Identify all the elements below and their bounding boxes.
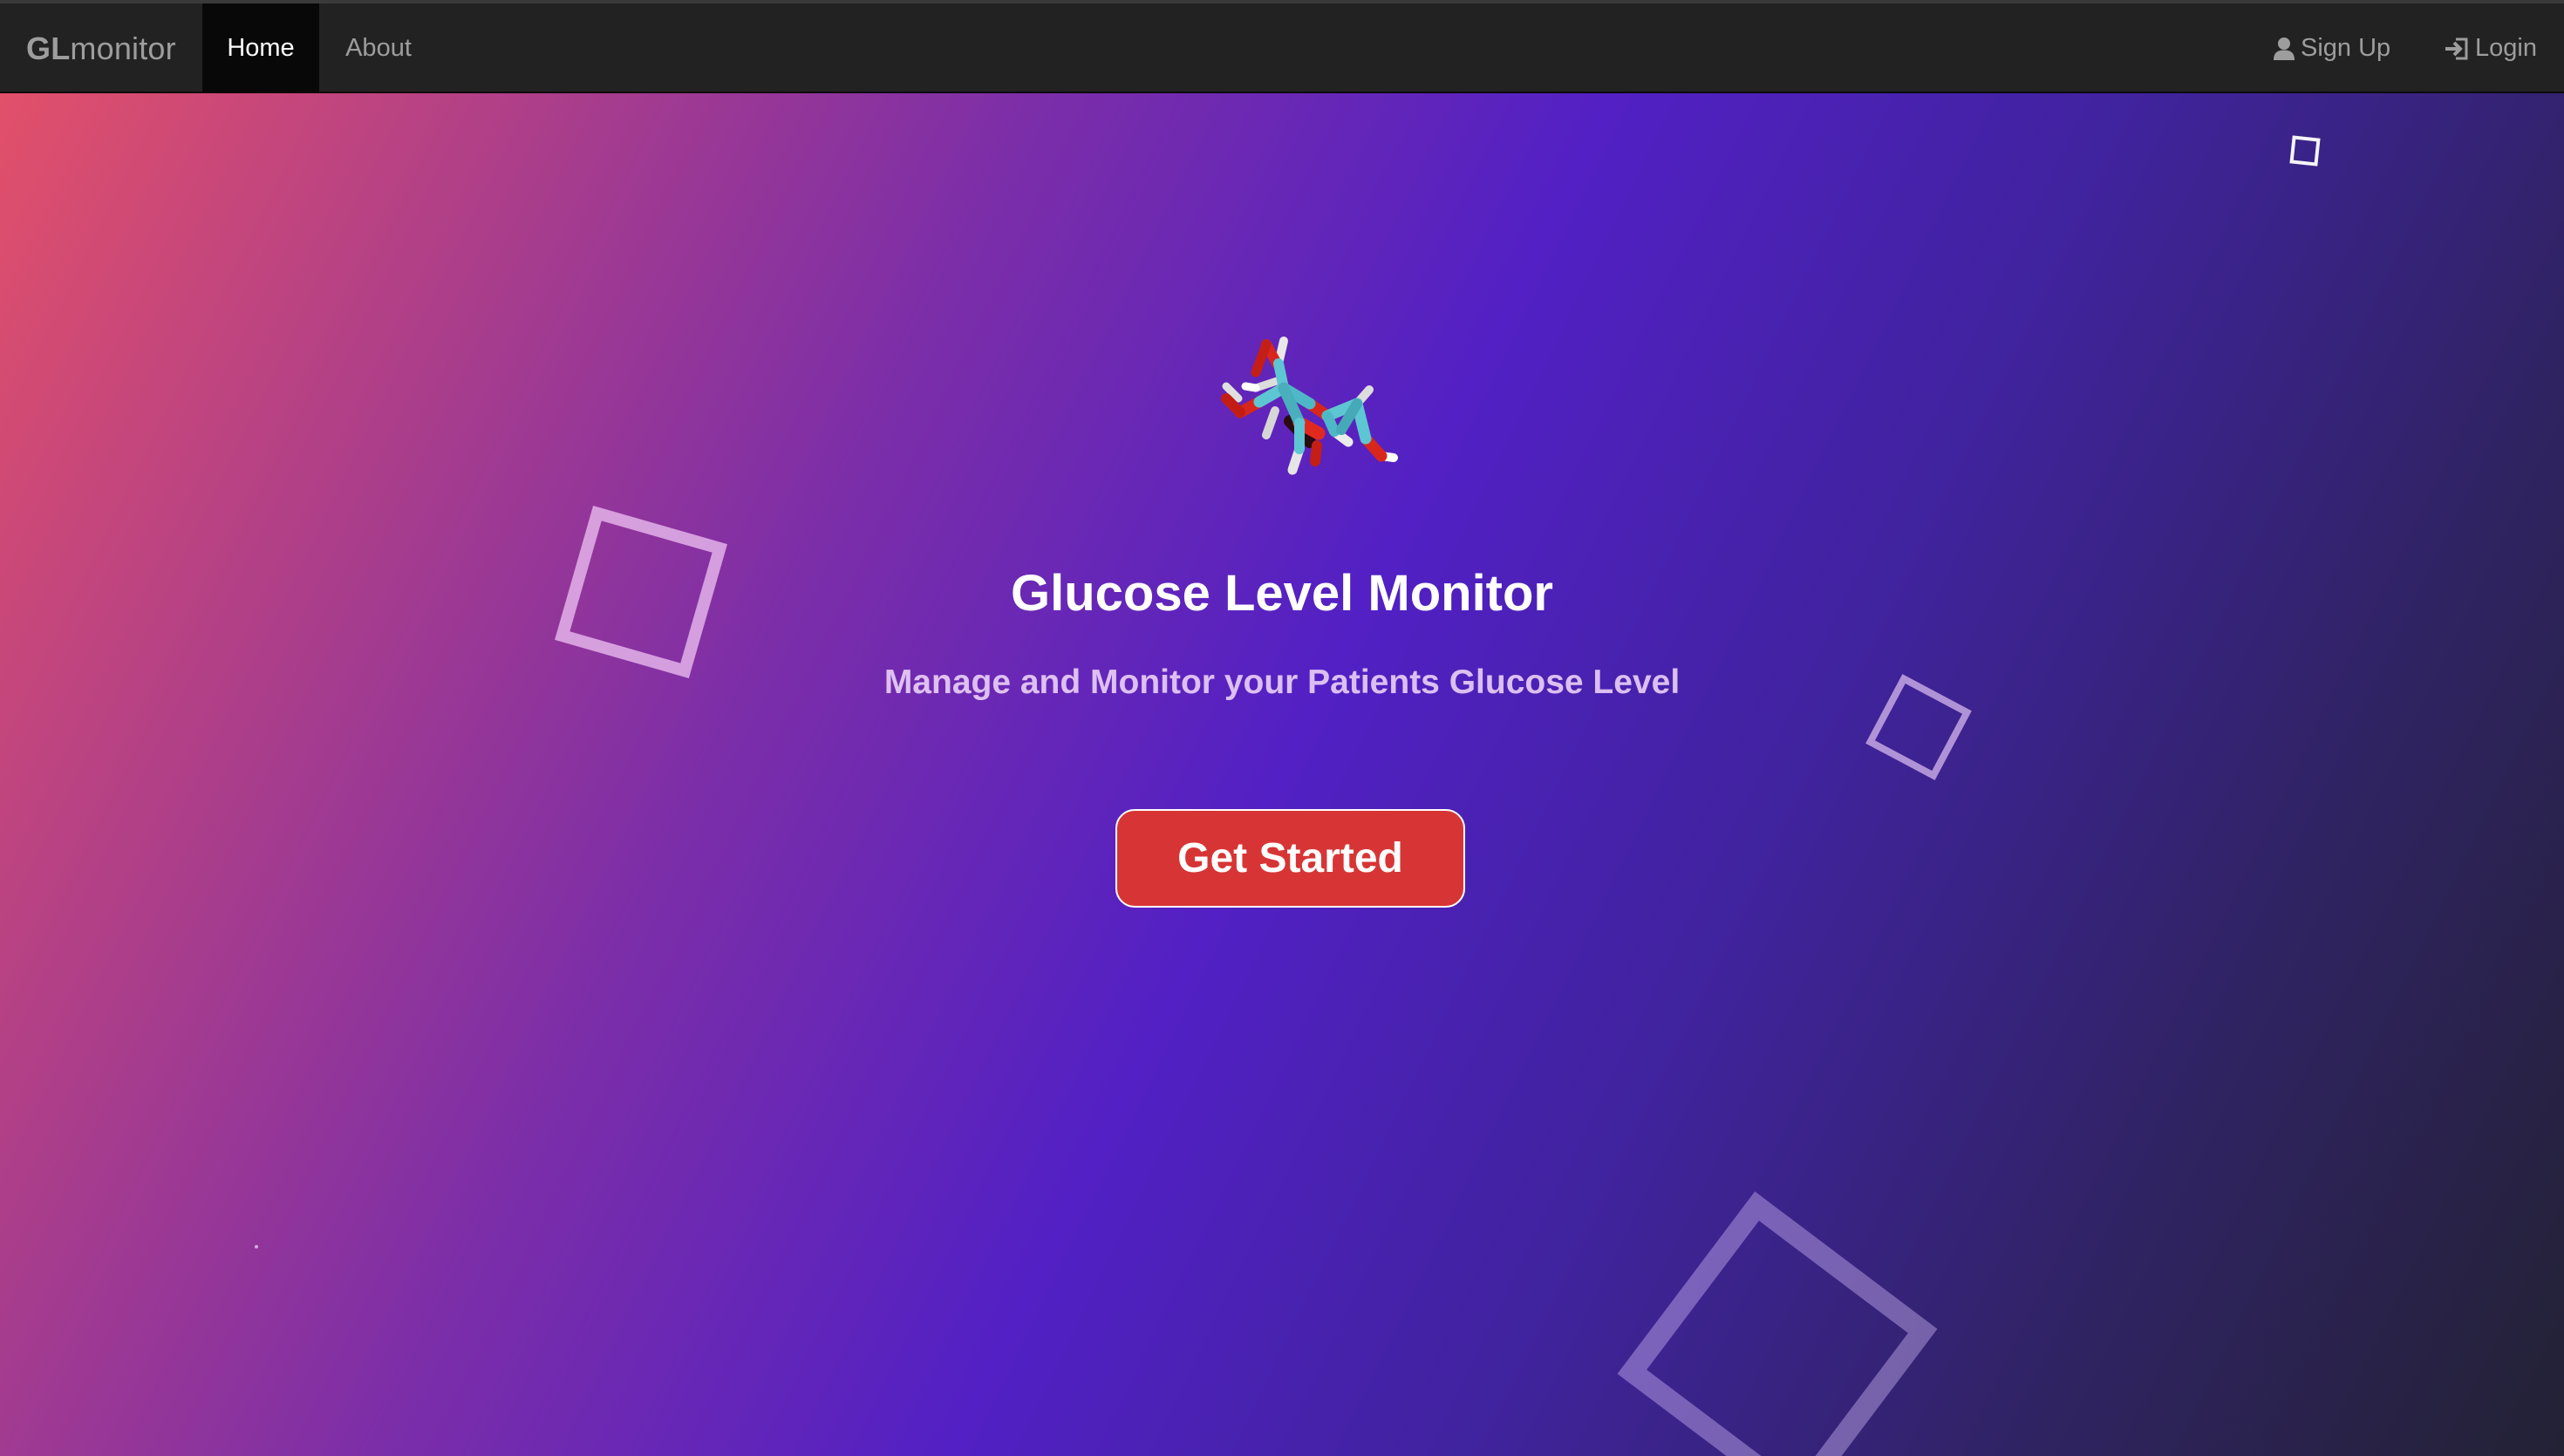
get-started-button[interactable]: Get Started (1115, 809, 1465, 908)
user-icon (2273, 37, 2295, 61)
page-subtitle: Manage and Monitor your Patients Glucose… (883, 663, 1681, 701)
brand-logo[interactable]: GLmonitor (26, 3, 176, 93)
decorative-square (1617, 1191, 1938, 1456)
signup-label: Sign Up (2301, 34, 2391, 62)
login-label: Login (2475, 34, 2537, 62)
login-icon (2444, 37, 2470, 61)
glucose-molecule-image (1129, 233, 1460, 564)
login-link[interactable]: Login (2444, 3, 2537, 93)
nav-home-link[interactable]: Home (202, 3, 319, 93)
brand-bold-text: GL (26, 31, 71, 66)
brand-rest-text: monitor (70, 31, 176, 66)
decorative-square (2289, 135, 2321, 167)
hero-section: Glucose Level Monitor Manage and Monitor… (0, 93, 2564, 1456)
page-title: Glucose Level Monitor (1011, 565, 1553, 622)
decorative-dot (255, 1245, 258, 1248)
navbar: GLmonitor Home About Sign Up Login (0, 3, 2564, 93)
signup-link[interactable]: Sign Up (2273, 3, 2390, 93)
nav-about-link[interactable]: About (326, 3, 431, 93)
